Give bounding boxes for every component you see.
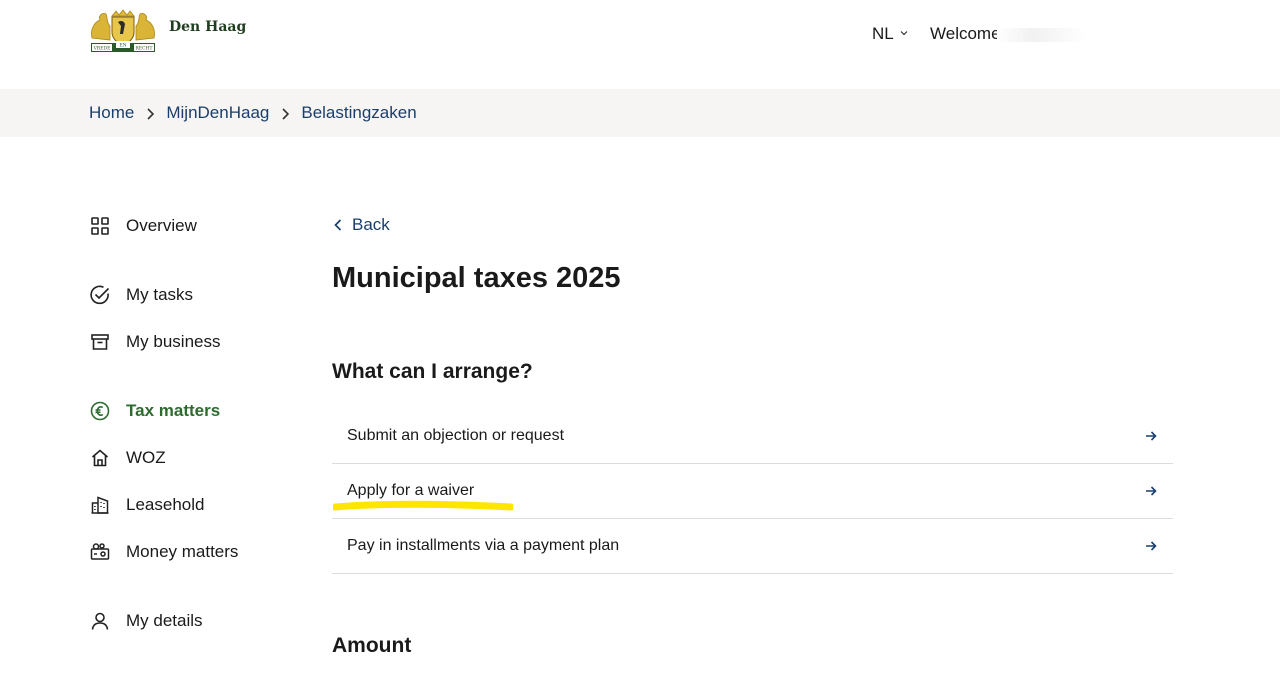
check-circle-icon: [89, 284, 111, 306]
motto-mid: EN: [119, 43, 126, 49]
amount-title: Amount: [332, 634, 412, 657]
back-label: Back: [352, 215, 390, 234]
sidebar-item-leasehold[interactable]: Leasehold: [89, 494, 204, 516]
house-icon: [89, 447, 111, 469]
logo-text: Den Haag: [169, 19, 247, 35]
section-title: What can I arrange?: [332, 360, 533, 383]
breadcrumb-belastingzaken[interactable]: Belastingzaken: [301, 103, 416, 123]
breadcrumb: Home MijnDenHaag Belastingzaken: [89, 103, 417, 123]
euro-circle-icon: [89, 400, 111, 422]
sidebar-item-tax-matters[interactable]: Tax matters: [89, 400, 220, 422]
chevron-left-icon: [334, 219, 342, 231]
sidebar-item-woz[interactable]: WOZ: [89, 447, 166, 469]
breadcrumb-home[interactable]: Home: [89, 103, 134, 123]
motto-left: VREDE: [93, 46, 111, 52]
sidebar-item-label: Overview: [126, 216, 197, 235]
language-label: NL: [872, 24, 894, 43]
sidebar-item-label: Money matters: [126, 542, 239, 561]
sidebar-item-label: WOZ: [126, 448, 166, 467]
yellow-highlight-underline: [333, 500, 513, 511]
breadcrumb-bar: Home MijnDenHaag Belastingzaken: [0, 89, 1280, 137]
sidebar-item-label: My business: [126, 332, 221, 351]
option-submit-objection[interactable]: Submit an objection or request: [332, 409, 1173, 464]
chevron-right-icon: [134, 103, 166, 123]
chevron-right-icon: [269, 103, 301, 123]
redacted-username: [996, 27, 1087, 42]
chevron-down-icon: [900, 31, 908, 36]
welcome-user[interactable]: Welcome: [930, 24, 1087, 44]
option-label: Apply for a waiver: [347, 482, 475, 499]
sidebar-item-my-tasks[interactable]: My tasks: [89, 284, 193, 306]
sidebar-item-overview[interactable]: Overview: [89, 215, 197, 237]
sidebar-item-my-details[interactable]: My details: [89, 610, 203, 632]
breadcrumb-mijndenhaag[interactable]: MijnDenHaag: [166, 103, 269, 123]
arrow-right-icon: [1145, 485, 1157, 497]
sidebar-item-label: My details: [126, 611, 203, 630]
arrow-right-icon: [1145, 540, 1157, 552]
sidebar-item-label: Leasehold: [126, 495, 205, 514]
page-title: Municipal taxes 2025: [332, 262, 621, 294]
den-haag-logo[interactable]: VREDE EN RECHT Den Haag: [88, 8, 248, 56]
coat-of-arms-icon: VREDE EN RECHT: [91, 9, 155, 52]
archive-box-icon: [89, 331, 111, 353]
site-header: VREDE EN RECHT Den Haag NL Welcome: [0, 0, 1280, 89]
grid-icon: [89, 215, 111, 237]
sidebar-item-my-business[interactable]: My business: [89, 331, 220, 353]
option-label: Pay in installments via a payment plan: [347, 537, 620, 554]
options-list: Submit an objection or request Apply for…: [332, 409, 1173, 574]
back-link[interactable]: Back: [334, 215, 390, 235]
wallet-icon: [89, 541, 111, 563]
sidebar-item-label: My tasks: [126, 285, 194, 304]
welcome-text: Welcome: [930, 24, 1001, 43]
sidebar-item-money-matters[interactable]: Money matters: [89, 541, 238, 563]
sidebar-item-label: Tax matters: [126, 401, 221, 420]
user-icon: [89, 610, 111, 632]
option-label: Submit an objection or request: [347, 427, 565, 444]
building-icon: [89, 494, 111, 516]
arrow-right-icon: [1145, 430, 1157, 442]
language-selector[interactable]: NL: [872, 24, 908, 44]
option-payment-plan[interactable]: Pay in installments via a payment plan: [332, 519, 1173, 574]
motto-right: RECHT: [135, 46, 152, 52]
